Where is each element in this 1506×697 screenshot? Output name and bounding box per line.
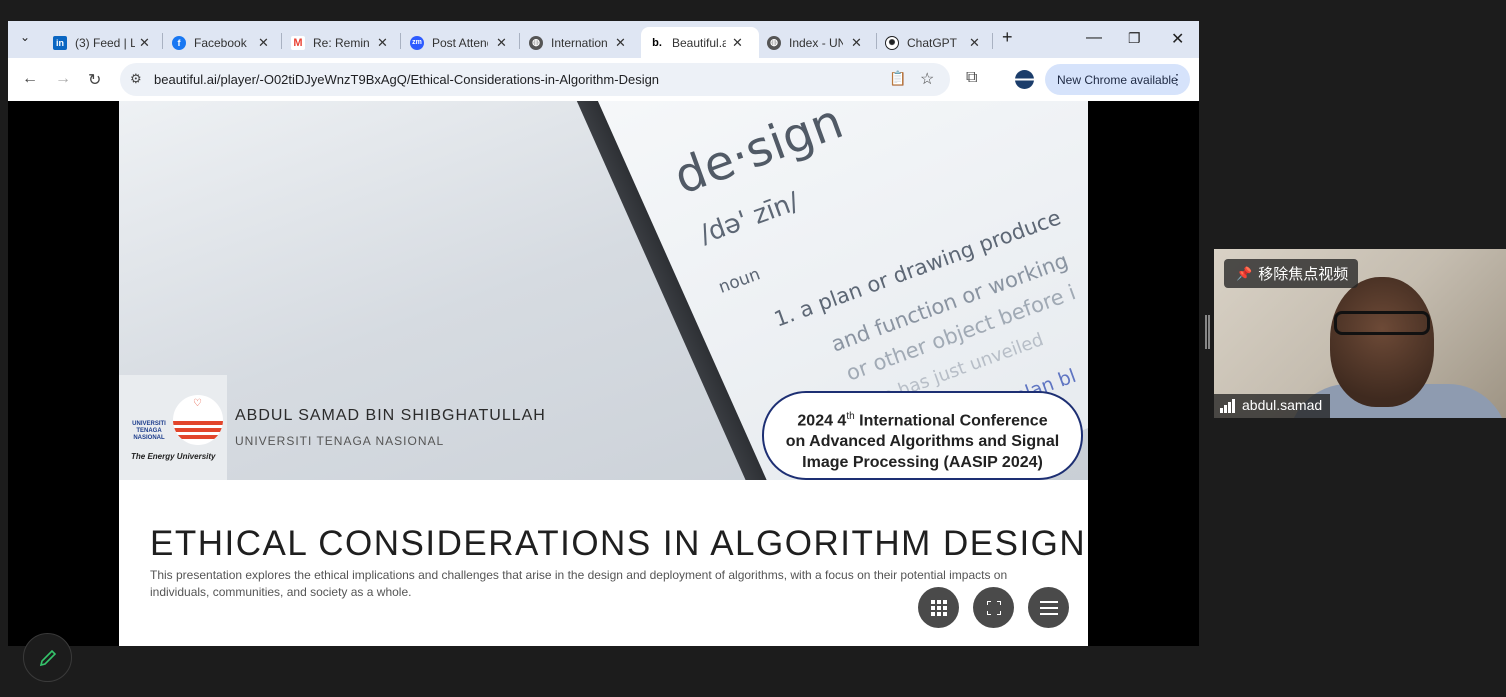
tab-beautifulai[interactable]: b. Beautiful.ai ✕ — [641, 27, 759, 58]
close-tab-icon[interactable]: ✕ — [615, 35, 626, 51]
close-window-icon[interactable]: ✕ — [1171, 29, 1184, 49]
menu-dots-icon[interactable]: ⋮ — [1170, 71, 1184, 88]
linkedin-icon: in — [53, 35, 67, 50]
tab-index-un[interactable]: ◍ Index - UN ✕ — [767, 27, 872, 58]
author-name: ABDUL SAMAD BIN SHIBGHATULLAH — [235, 407, 546, 424]
close-tab-icon[interactable]: ✕ — [851, 35, 862, 51]
back-icon[interactable]: ← — [22, 70, 38, 88]
tab-title: Beautiful.ai — [672, 35, 726, 50]
tab-divider — [992, 33, 993, 49]
globe-icon: ◍ — [767, 35, 781, 50]
tab-facebook[interactable]: f Facebook ✕ — [172, 27, 277, 58]
grid-icon — [930, 599, 947, 616]
presentation-slide: de·sign /də' zīn/ noun 1. a plan or draw… — [119, 101, 1088, 646]
tab-strip: ⌄ in (3) Feed | L ✕ f Facebook ✕ M Re: R… — [8, 21, 1199, 58]
tab-title: ChatGPT — [907, 35, 958, 50]
clipboard-icon[interactable]: 📋 — [889, 70, 906, 87]
tab-divider — [281, 33, 282, 49]
tab-title: Facebook — [194, 35, 247, 50]
tab-title: Internation — [551, 35, 607, 50]
participant-name: abdul.samad — [1242, 397, 1323, 413]
fullscreen-button[interactable] — [973, 587, 1014, 628]
tab-divider — [876, 33, 877, 49]
hamburger-icon — [1039, 600, 1058, 615]
pin-icon: 📌 — [1236, 265, 1253, 281]
slide-background-photo: de·sign /də' zīn/ noun 1. a plan or draw… — [119, 101, 1088, 480]
university-logo: UNIVERSITI TENAGA NASIONAL ♡ The Energy … — [119, 375, 227, 480]
university-emblem: ♡ — [173, 395, 223, 445]
tab-title: Index - UN — [789, 35, 843, 50]
signal-strength-icon — [1220, 399, 1235, 413]
author-affiliation: UNIVERSITI TENAGA NASIONAL — [235, 434, 445, 448]
zoom-icon: zm — [410, 35, 424, 50]
grid-view-button[interactable] — [918, 587, 959, 628]
annotate-button[interactable] — [23, 633, 72, 682]
slide-title: ETHICAL CONSIDERATIONS IN ALGORITHM DESI… — [150, 524, 1087, 563]
restore-icon[interactable]: ❐ — [1128, 30, 1141, 47]
panel-resize-handle[interactable] — [1205, 315, 1210, 349]
tab-divider — [162, 33, 163, 49]
tab-international[interactable]: ◍ Internation ✕ — [529, 27, 634, 58]
slide-description: This presentation explores the ethical i… — [150, 568, 1008, 599]
bookmark-star-icon[interactable]: ☆ — [920, 69, 934, 89]
profile-avatar[interactable] — [1015, 70, 1034, 89]
site-settings-icon[interactable]: ⚙ — [130, 71, 142, 87]
beautifulai-icon: b. — [650, 35, 664, 50]
university-logo-text: UNIVERSITI TENAGA NASIONAL — [132, 421, 166, 441]
close-tab-icon[interactable]: ✕ — [258, 35, 269, 51]
close-tab-icon[interactable]: ✕ — [732, 35, 743, 51]
unpin-label: 移除焦点视频 — [1258, 266, 1349, 283]
participant-head — [1330, 277, 1434, 407]
tab-gmail[interactable]: M Re: Remind ✕ — [291, 27, 396, 58]
gmail-icon: M — [291, 35, 305, 50]
close-tab-icon[interactable]: ✕ — [377, 35, 388, 51]
unpin-button[interactable]: 📌 移除焦点视频 — [1224, 259, 1359, 288]
conference-badge: 2024 4th International Conference on Adv… — [762, 391, 1083, 480]
forward-icon[interactable]: → — [55, 70, 71, 88]
minimize-icon[interactable]: — — [1086, 29, 1102, 47]
reload-icon[interactable]: ↻ — [88, 70, 101, 90]
pencil-icon — [39, 649, 56, 666]
facebook-icon: f — [172, 35, 186, 50]
close-tab-icon[interactable]: ✕ — [139, 35, 150, 51]
tab-search-icon[interactable]: ⌄ — [20, 30, 30, 44]
tab-chatgpt[interactable]: ✺ ChatGPT ✕ — [885, 27, 990, 58]
new-tab-icon[interactable]: + — [1002, 27, 1013, 48]
tab-divider — [519, 33, 520, 49]
close-tab-icon[interactable]: ✕ — [496, 35, 507, 51]
participant-glasses — [1334, 311, 1430, 335]
url-text[interactable]: beautiful.ai/player/-O02tiDJyeWnzT9BxAgQ… — [154, 72, 659, 87]
tab-title: Re: Remind — [313, 35, 369, 50]
browser-window: ⌄ in (3) Feed | L ✕ f Facebook ✕ M Re: R… — [8, 21, 1199, 646]
fullscreen-icon — [986, 600, 1001, 615]
tab-title: Post Attend — [432, 35, 488, 50]
screen: ⌄ in (3) Feed | L ✕ f Facebook ✕ M Re: R… — [0, 0, 1506, 697]
participant-video-tile[interactable]: 📌 移除焦点视频 abdul.samad — [1214, 249, 1506, 418]
tab-divider — [400, 33, 401, 49]
close-tab-icon[interactable]: ✕ — [969, 35, 980, 51]
tab-zoom[interactable]: zm Post Attend ✕ — [410, 27, 515, 58]
tab-title: (3) Feed | L — [75, 35, 135, 50]
tab-linkedin[interactable]: in (3) Feed | L ✕ — [53, 27, 158, 58]
participant-name-tag: abdul.samad — [1214, 394, 1331, 418]
update-chrome-label: New Chrome available — [1057, 73, 1178, 87]
address-bar[interactable]: ⚙ beautiful.ai/player/-O02tiDJyeWnzT9BxA… — [120, 63, 950, 96]
extensions-icon[interactable]: ⧉ — [966, 69, 977, 87]
globe-icon: ◍ — [529, 35, 543, 50]
menu-button[interactable] — [1028, 587, 1069, 628]
update-chrome-button[interactable]: New Chrome available ⋮ — [1045, 64, 1190, 95]
browser-toolbar: ← → ↻ ⚙ beautiful.ai/player/-O02tiDJyeWn… — [8, 58, 1199, 101]
university-tagline: The Energy University — [131, 452, 216, 461]
chatgpt-icon: ✺ — [885, 35, 899, 50]
